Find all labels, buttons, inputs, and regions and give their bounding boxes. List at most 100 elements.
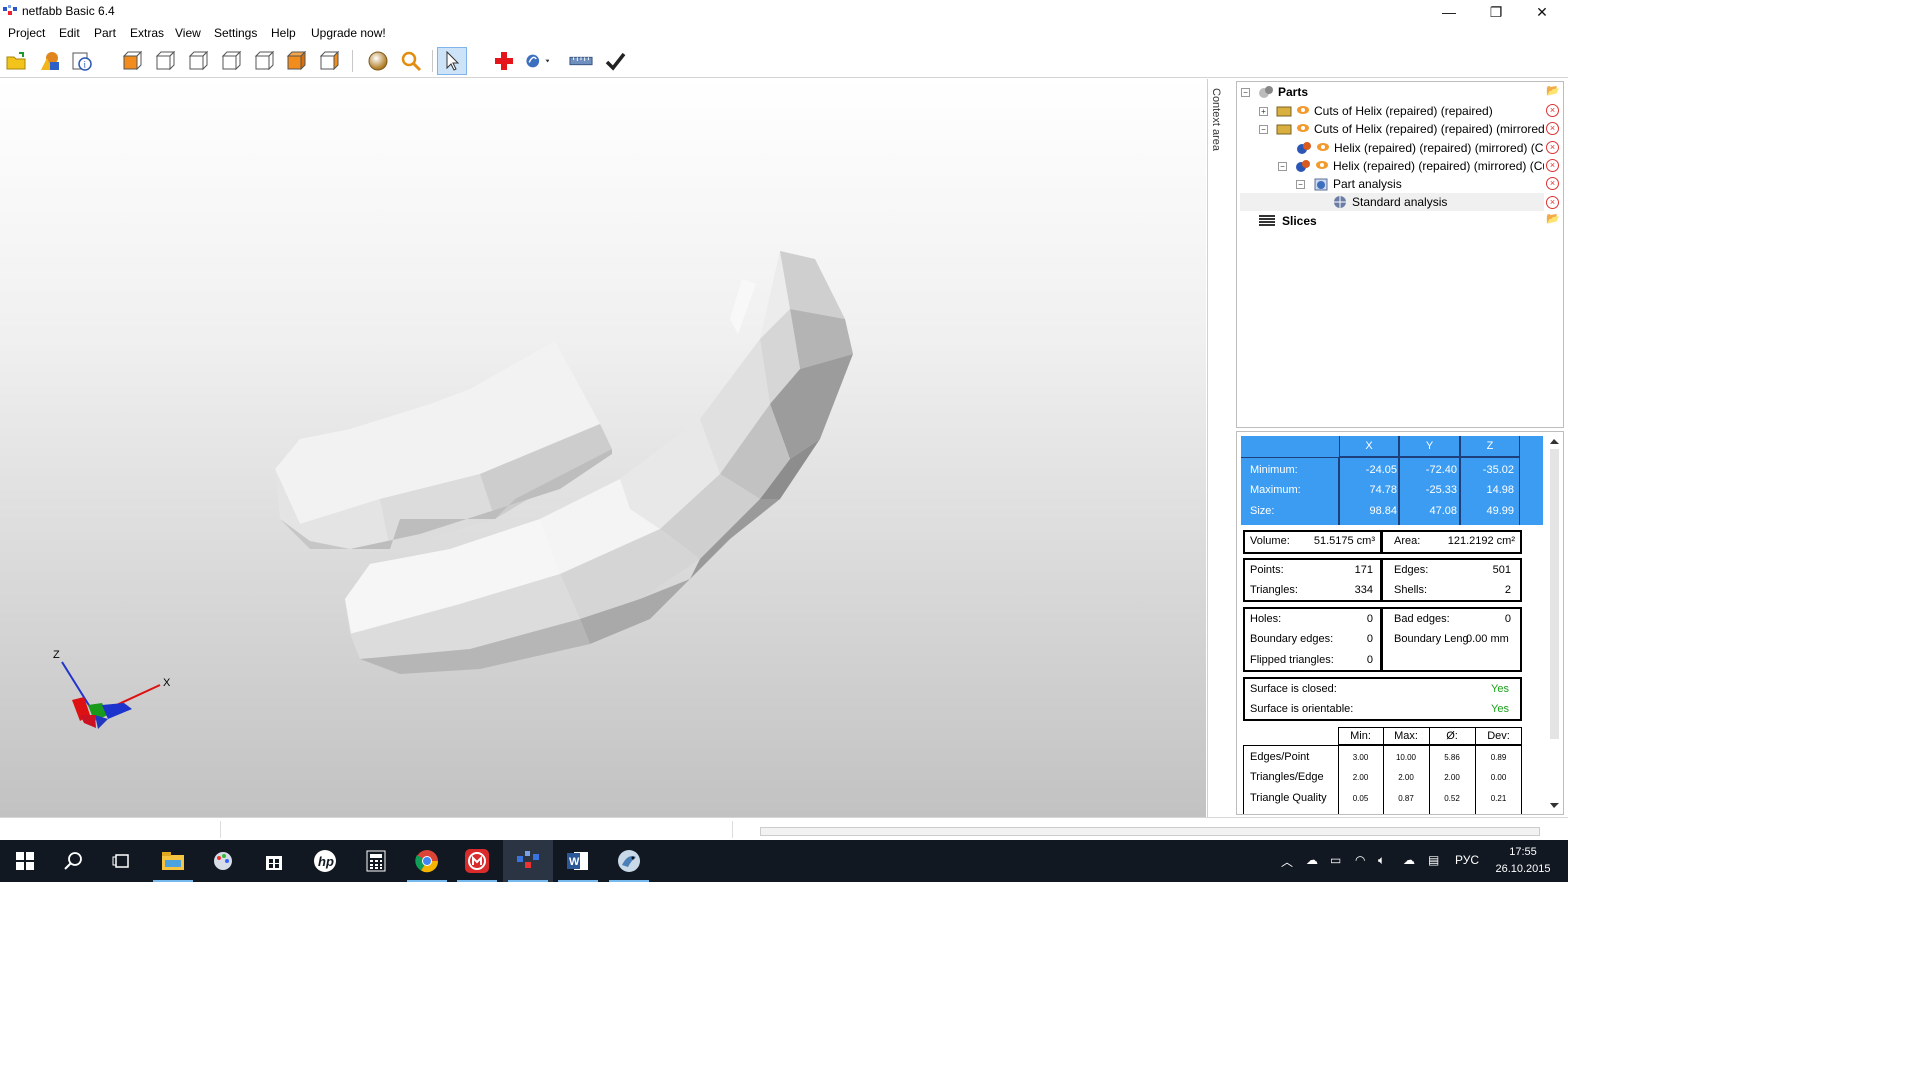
volume-icon[interactable]: 🔈︎ bbox=[1378, 853, 1385, 868]
part-info-icon[interactable]: i bbox=[70, 49, 94, 73]
bounding-box-table: X Y Z Minimum: -24.05 -72.40 -35.02 Maxi… bbox=[1241, 436, 1543, 525]
context-area-label: Context area bbox=[1210, 88, 1222, 151]
paint-app-icon[interactable] bbox=[198, 840, 248, 882]
collapse-icon[interactable]: − bbox=[1241, 87, 1250, 97]
collapse-icon[interactable]: − bbox=[1278, 161, 1287, 171]
tree-root-slices[interactable]: Slices bbox=[1258, 212, 1538, 230]
bbox-header-x: X bbox=[1365, 440, 1373, 452]
clock-time: 17:55 bbox=[1509, 846, 1537, 858]
wifi-icon[interactable]: ◠ bbox=[1355, 853, 1365, 867]
hp-icon[interactable]: hp bbox=[300, 840, 350, 882]
close-button[interactable]: ✕ bbox=[1519, 0, 1565, 24]
part-mesh-icon bbox=[1296, 141, 1312, 155]
view-right-icon[interactable] bbox=[219, 49, 243, 73]
view-perspective-icon[interactable] bbox=[317, 49, 341, 73]
window-title: netfabb Basic 6.4 bbox=[22, 4, 115, 18]
expand-icon[interactable]: + bbox=[1259, 106, 1268, 116]
visibility-eye-icon[interactable] bbox=[1296, 122, 1310, 136]
shading-sphere-icon[interactable] bbox=[366, 49, 390, 73]
remove-icon[interactable]: × bbox=[1546, 159, 1559, 172]
file-explorer-icon[interactable] bbox=[148, 840, 198, 882]
boundary-length-label: Boundary Leng bbox=[1394, 633, 1469, 645]
tree-item-helix-1[interactable]: Helix (repaired) (repaired) (mirrored) (… bbox=[1296, 139, 1544, 157]
stats-cell: 5.86 bbox=[1444, 753, 1460, 762]
apply-check-icon[interactable] bbox=[603, 49, 627, 73]
visibility-eye-icon[interactable] bbox=[1315, 159, 1329, 173]
zoom-icon[interactable] bbox=[399, 49, 423, 73]
calculator-icon[interactable] bbox=[351, 840, 401, 882]
red-app-icon[interactable] bbox=[452, 840, 502, 882]
triangles-value: 334 bbox=[1354, 584, 1373, 596]
netfabb-icon[interactable] bbox=[503, 840, 553, 882]
remove-icon[interactable]: × bbox=[1546, 104, 1559, 117]
tree-root-parts[interactable]: − Parts bbox=[1241, 83, 1541, 101]
visibility-eye-icon[interactable] bbox=[1296, 104, 1310, 118]
remove-icon[interactable]: × bbox=[1546, 122, 1559, 135]
view-front-icon[interactable] bbox=[120, 49, 144, 73]
chrome-icon[interactable] bbox=[402, 840, 452, 882]
remove-icon[interactable]: × bbox=[1546, 141, 1559, 154]
menu-extras[interactable]: Extras bbox=[129, 26, 165, 40]
onedrive-icon[interactable]: ☁ bbox=[1403, 853, 1415, 867]
toolbar-separator bbox=[352, 50, 353, 72]
view-top-icon[interactable] bbox=[252, 49, 276, 73]
svg-text:W: W bbox=[569, 856, 580, 868]
measure-ruler-icon[interactable] bbox=[569, 49, 593, 73]
view-left-icon[interactable] bbox=[186, 49, 210, 73]
surface-orientable-value: Yes bbox=[1491, 703, 1509, 715]
open-parts-folder-icon[interactable]: 📂 bbox=[1546, 86, 1560, 99]
points-value: 171 bbox=[1354, 564, 1373, 576]
analysis-scrollbar[interactable] bbox=[1548, 435, 1561, 813]
shells-label: Shells: bbox=[1394, 584, 1428, 596]
slices-stack-icon bbox=[1258, 214, 1278, 228]
visibility-eye-icon[interactable] bbox=[1316, 141, 1330, 155]
view-back-icon[interactable] bbox=[153, 49, 177, 73]
notifications-icon[interactable]: ▤ bbox=[1428, 853, 1439, 867]
context-area-toggle[interactable] bbox=[1207, 79, 1234, 817]
restore-button[interactable]: ❐ bbox=[1473, 0, 1519, 24]
parrot-app-icon[interactable] bbox=[604, 840, 654, 882]
show-hidden-icons-icon[interactable]: ︿ bbox=[1281, 853, 1293, 870]
repair-cross-icon[interactable] bbox=[492, 49, 516, 73]
tree-item-cuts-1[interactable]: + Cuts of Helix (repaired) (repaired) bbox=[1259, 102, 1544, 120]
word-icon[interactable]: W bbox=[553, 840, 603, 882]
collapse-icon[interactable]: − bbox=[1259, 124, 1268, 134]
bbox-min-z: -35.02 bbox=[1482, 464, 1514, 476]
analysis-icon[interactable] bbox=[525, 49, 549, 73]
tree-item-standard-analysis[interactable]: Standard analysis bbox=[1240, 193, 1544, 211]
battery-icon[interactable]: ▭ bbox=[1330, 853, 1341, 867]
remove-icon[interactable]: × bbox=[1546, 177, 1559, 190]
minimize-button[interactable]: — bbox=[1426, 0, 1472, 24]
tree-item-helix-2[interactable]: − Helix (repaired) (repaired) (mirrored)… bbox=[1278, 157, 1544, 175]
menu-part[interactable]: Part bbox=[93, 26, 117, 40]
add-part-icon[interactable] bbox=[37, 49, 61, 73]
helix-parts-render bbox=[275, 251, 853, 674]
tree-item-cuts-2[interactable]: − Cuts of Helix (repaired) (repaired) (m… bbox=[1259, 120, 1544, 138]
open-slices-folder-icon[interactable]: 📂 bbox=[1546, 214, 1560, 227]
tree-item-part-analysis[interactable]: − Part analysis bbox=[1296, 175, 1544, 193]
menu-view[interactable]: View bbox=[174, 26, 202, 40]
remove-icon[interactable]: × bbox=[1546, 196, 1559, 209]
taskbar-clock[interactable]: 17:55 26.10.2015 bbox=[1488, 844, 1558, 878]
menu-project[interactable]: Project bbox=[7, 26, 46, 40]
view-bottom-icon[interactable] bbox=[284, 49, 308, 73]
menu-edit[interactable]: Edit bbox=[58, 26, 81, 40]
3d-viewport[interactable]: Z X bbox=[0, 79, 1206, 817]
menu-settings[interactable]: Settings bbox=[213, 26, 258, 40]
area-label: Area: bbox=[1394, 535, 1421, 547]
area-value: 121.2192 cm² bbox=[1447, 535, 1515, 547]
open-project-icon[interactable] bbox=[4, 49, 28, 73]
menu-help[interactable]: Help bbox=[270, 26, 297, 40]
input-language[interactable]: РУС bbox=[1455, 853, 1479, 867]
analysis-panel: X Y Z Minimum: -24.05 -72.40 -35.02 Maxi… bbox=[1236, 431, 1564, 815]
select-arrow-icon[interactable] bbox=[437, 47, 467, 75]
stats-cell: 2.00 bbox=[1398, 773, 1414, 782]
store-icon[interactable] bbox=[249, 840, 299, 882]
menu-upgrade[interactable]: Upgrade now! bbox=[310, 26, 387, 40]
bbox-size-x: 98.84 bbox=[1369, 505, 1397, 517]
collapse-icon[interactable]: − bbox=[1296, 179, 1305, 189]
start-icon[interactable] bbox=[0, 840, 50, 882]
search-icon[interactable] bbox=[48, 840, 98, 882]
task-view-icon[interactable] bbox=[97, 840, 147, 882]
cloud-sync-icon[interactable]: ☁ bbox=[1306, 853, 1318, 867]
